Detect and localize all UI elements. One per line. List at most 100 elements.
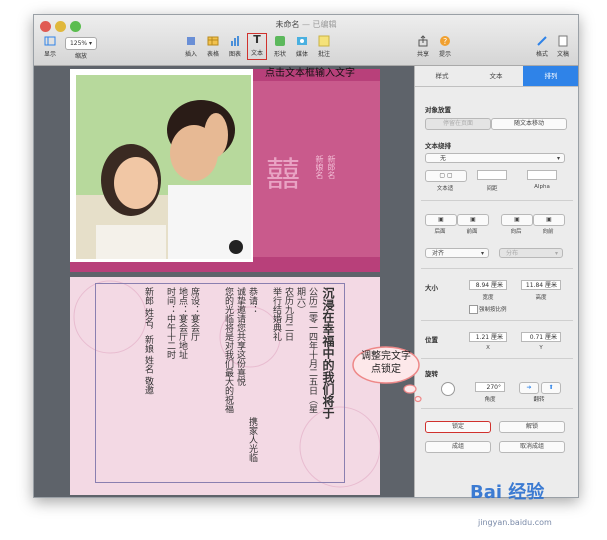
divider — [421, 358, 573, 359]
comment-button[interactable]: 批注 — [313, 35, 335, 58]
chevron-down-icon: ▾ — [480, 250, 484, 257]
page-1[interactable]: 囍 新郎名 新娘名 — [70, 69, 380, 272]
flip-horizontal-button[interactable]: ➔ — [519, 382, 539, 394]
align-select[interactable]: 对齐 ▾ — [425, 248, 489, 258]
baidu-watermark: Bai 经验 — [470, 482, 545, 503]
width-label: 宽度 — [482, 295, 494, 301]
text-wrap-select[interactable]: 无 ▾ — [425, 153, 565, 163]
shape-button[interactable]: 形状 — [269, 35, 291, 58]
rotate-title: 旋转 — [425, 370, 438, 378]
media-label: 媒体 — [295, 51, 308, 58]
divider — [421, 320, 573, 321]
table-label: 表格 — [206, 51, 219, 58]
angle-field[interactable]: 270° — [475, 382, 505, 392]
document-title: 未命名 — 已编辑 — [34, 19, 578, 30]
paintbrush-icon — [536, 35, 548, 47]
alpha-field[interactable] — [527, 170, 557, 180]
invite-line-7: 携家人光临 — [247, 417, 257, 462]
table-button[interactable]: 表格 — [202, 35, 224, 58]
invite-line-12: 时间：中午十二时 — [165, 287, 175, 359]
alpha-label: Alpha — [534, 184, 550, 190]
insert-label: 插入 — [184, 51, 197, 58]
tab-style[interactable]: 样式 — [415, 66, 469, 86]
y-label: Y — [539, 345, 543, 351]
bring-to-front-button[interactable]: ▣ — [457, 214, 489, 226]
text-button[interactable]: T 文本 — [247, 33, 267, 60]
text-fit-buttons[interactable]: ▢ ▢ — [425, 170, 467, 182]
width-field[interactable]: 8.94 厘米 — [469, 280, 507, 290]
position-title: 位置 — [425, 336, 438, 344]
share-button[interactable]: 共享 — [412, 35, 434, 58]
distribute-label: 分布 — [506, 250, 519, 257]
bride-name-text: 新娘名 — [315, 155, 324, 179]
media-button[interactable]: 媒体 — [291, 35, 313, 58]
page-2[interactable]: 沉浸在幸福中的我们将于 公历二零一四年十月二五日（星 期六） 农历九月二日 举行… — [70, 277, 380, 495]
divider — [421, 268, 573, 269]
object-placement-title: 对象放置 — [425, 106, 451, 114]
chart-button[interactable]: 图表 — [224, 35, 246, 58]
shape-label: 形状 — [273, 51, 286, 58]
group-button[interactable]: 成组 — [425, 441, 491, 453]
insert-icon — [185, 35, 197, 47]
flip-vertical-button[interactable]: ⬆ — [541, 382, 561, 394]
media-icon — [296, 35, 308, 47]
invite-line-11: 地点：宴会厅地址 — [177, 287, 187, 359]
chart-label: 图表 — [228, 51, 241, 58]
back-label: 后面 — [434, 229, 446, 235]
document-status-text: — 已编辑 — [302, 20, 337, 29]
share-label: 共享 — [416, 51, 429, 58]
height-field[interactable]: 11.84 厘米 — [521, 280, 561, 290]
tab-text[interactable]: 文本 — [469, 66, 523, 86]
ungroup-button[interactable]: 取消成组 — [499, 441, 565, 453]
x-field[interactable]: 1.21 厘米 — [469, 332, 507, 342]
distribute-select[interactable]: 分布 ▾ — [499, 248, 563, 258]
format-label: 格式 — [535, 51, 548, 58]
baidu-watermark-url: jingyan.baidu.com — [478, 518, 552, 527]
size-title: 大小 — [425, 284, 438, 292]
tips-icon: ? — [439, 35, 451, 47]
table-icon — [207, 35, 219, 47]
tips-button[interactable]: ? 提示 — [434, 35, 456, 58]
document-button[interactable]: 文稿 — [553, 35, 573, 58]
constrain-label: 强制按比例 — [479, 307, 507, 313]
send-backward-button[interactable]: ▣ — [501, 214, 533, 226]
comment-icon — [318, 35, 330, 47]
callout-text: 调整完文字点锁定 — [361, 351, 411, 375]
comment-label: 批注 — [317, 51, 330, 58]
insert-button[interactable]: 插入 — [180, 35, 202, 58]
move-with-text-button[interactable]: 随文本移动 — [491, 118, 567, 130]
bring-forward-button[interactable]: ▣ — [533, 214, 565, 226]
couple-photo[interactable] — [76, 75, 251, 259]
document-icon — [557, 35, 569, 47]
zoom-label: 缩放 — [74, 53, 87, 60]
view-button[interactable]: 显示 — [40, 35, 60, 58]
format-button[interactable]: 格式 — [532, 35, 552, 58]
invite-line-13: 新郎 姓名，新娘 姓名 敬邀 — [143, 287, 153, 395]
lock-button[interactable]: 锁定 — [425, 421, 491, 433]
unlock-button[interactable]: 解锁 — [499, 421, 565, 433]
document-canvas[interactable]: 囍 新郎名 新娘名 沉浸在幸福中的我们将于 公历二零一四年十月二五日（星 期六）… — [34, 66, 414, 497]
text-wrap-title: 文本绕排 — [425, 142, 451, 150]
chevron-down-icon: ▾ — [556, 155, 560, 162]
zoom-select[interactable]: 125% ▾ — [65, 37, 97, 50]
invite-line-6: 恭请： — [247, 287, 257, 314]
share-icon — [417, 35, 429, 47]
invite-line-10: 席设：宴会厅 — [189, 287, 199, 341]
front-label: 前面 — [466, 229, 478, 235]
text-fit-label: 文本适 — [436, 186, 454, 192]
tips-label: 提示 — [438, 51, 451, 58]
zoom-value: 125% — [69, 40, 88, 47]
y-field[interactable]: 0.71 厘米 — [521, 332, 561, 342]
tab-arrange[interactable]: 排列 — [523, 66, 578, 86]
send-to-back-button[interactable]: ▣ — [425, 214, 457, 226]
rotation-wheel[interactable] — [441, 382, 455, 396]
spacing-field[interactable] — [477, 170, 507, 180]
arrange-inspector: 样式 文本 排列 对象放置 停留在页面 随文本移动 文本绕排 无 ▾ ▢ ▢ 文… — [414, 66, 578, 497]
view-label: 显示 — [43, 51, 56, 58]
constrain-checkbox[interactable] — [469, 305, 478, 314]
stay-on-page-button[interactable]: 停留在页面 — [425, 118, 491, 130]
svg-text:?: ? — [443, 37, 447, 46]
forward-label: 向前 — [542, 229, 554, 235]
document-title-text: 未命名 — [275, 20, 300, 29]
sidebar-view-icon — [44, 35, 56, 47]
